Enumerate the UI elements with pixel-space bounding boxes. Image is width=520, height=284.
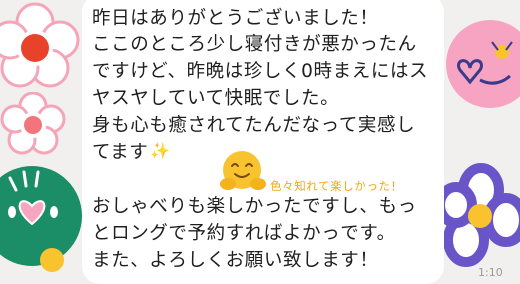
handwritten-note: 色々知れて楽しかった！	[270, 179, 403, 193]
message-line-6-text: てます	[92, 142, 149, 163]
message-timestamp: 1:10	[478, 266, 503, 279]
pink-face-sticker-icon	[446, 20, 520, 108]
sparkle-icon: ✨	[150, 141, 171, 160]
green-smiley-icon	[0, 166, 82, 272]
message-line-3: ですけど、昨晩は珍しく0時まえにはス	[92, 61, 429, 82]
message-line-1: 昨日はありがとうございました！	[92, 8, 379, 29]
red-flower-icon	[0, 2, 80, 88]
chat-screen: 昨日はありがとうございました！ ここのところ少し寝付きが悪かったん ですけど、昨…	[0, 0, 520, 284]
pink-flower-icon	[0, 92, 66, 155]
hug-emoji-icon	[220, 151, 266, 190]
message-line-9: また、よろしくお願い致します！	[92, 250, 379, 271]
message-line-4: ヤスヤしていて快眠でした。	[92, 88, 340, 109]
purple-flower-icon	[436, 163, 520, 267]
message-line-7: おしゃべりも楽しかったですし、もっ	[92, 196, 417, 217]
message-line-6: てます ✨	[92, 141, 171, 165]
message-line-2: ここのところ少し寝付きが悪かったん	[92, 34, 417, 55]
message-line-8: とロングで予約すればよかっです。	[92, 223, 396, 244]
message-line-5: 身も心も癒されてたんだなって実感し	[92, 115, 416, 136]
